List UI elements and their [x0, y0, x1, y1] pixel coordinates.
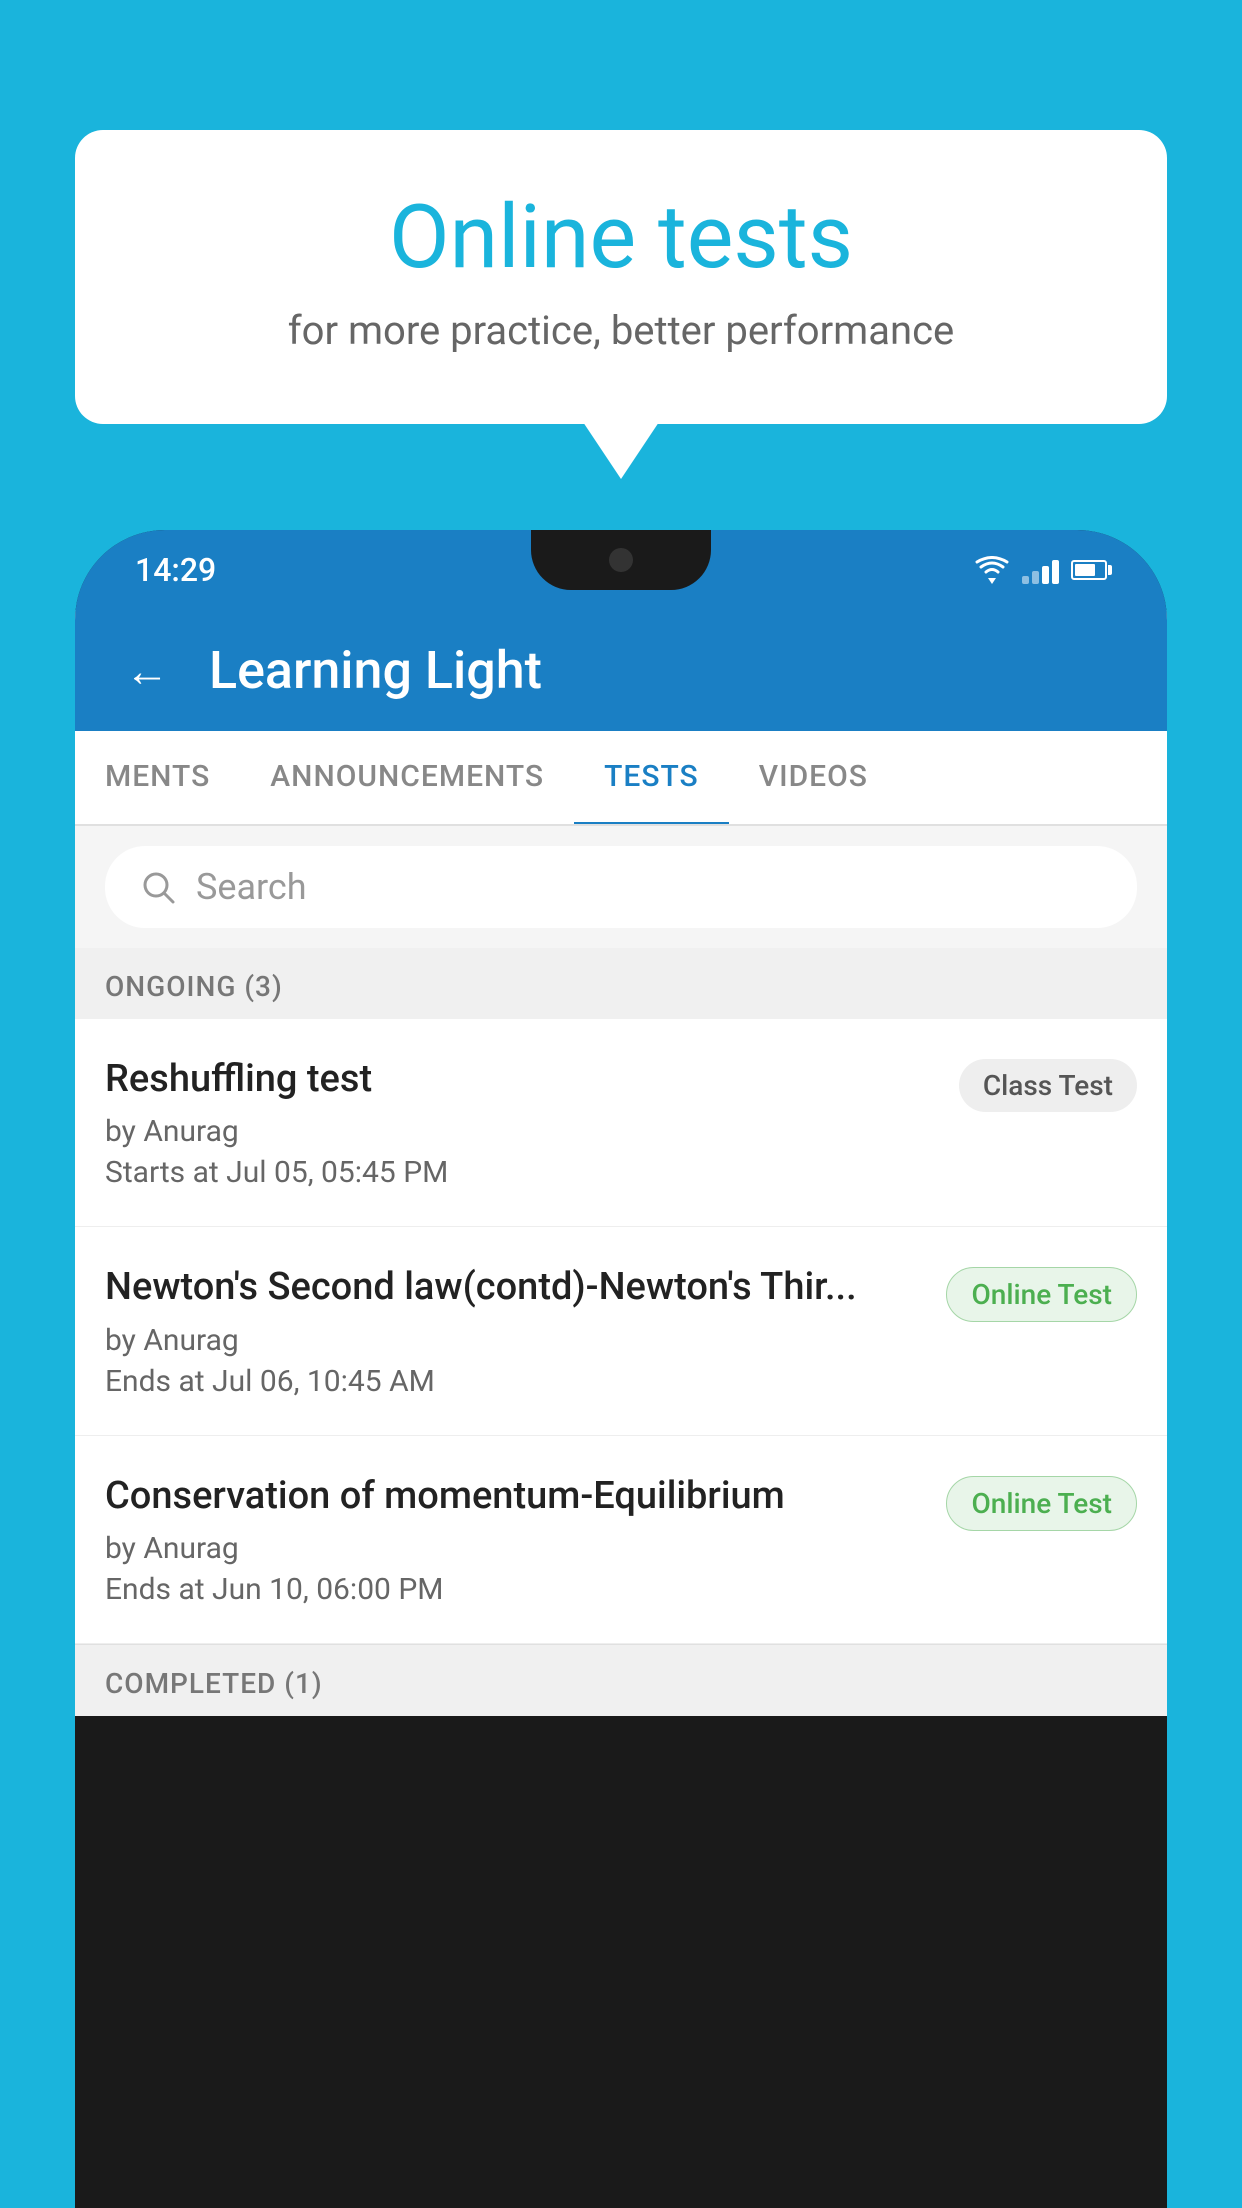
test-title: Reshuffling test	[105, 1055, 939, 1104]
search-container: Search	[75, 826, 1167, 948]
test-title: Newton's Second law(contd)-Newton's Thir…	[105, 1263, 926, 1312]
test-badge-online: Online Test	[946, 1476, 1137, 1531]
test-time: Ends at Jun 10, 06:00 PM	[105, 1572, 926, 1607]
ongoing-label: ONGOING (3)	[105, 970, 283, 1003]
phone-camera	[609, 548, 633, 572]
test-author: by Anurag	[105, 1323, 926, 1358]
test-item[interactable]: Conservation of momentum-Equilibrium by …	[75, 1436, 1167, 1644]
test-item-content: Newton's Second law(contd)-Newton's Thir…	[105, 1263, 926, 1398]
app-title: Learning Light	[209, 640, 542, 701]
tab-bar: MENTS ANNOUNCEMENTS TESTS VIDEOS	[75, 731, 1167, 826]
search-bar[interactable]: Search	[105, 846, 1137, 928]
phone-notch	[531, 530, 711, 590]
test-badge-class: Class Test	[959, 1059, 1137, 1112]
tab-tests[interactable]: TESTS	[574, 731, 729, 826]
app-screen: ← Learning Light MENTS ANNOUNCEMENTS TES…	[75, 610, 1167, 1716]
speech-bubble-title: Online tests	[155, 190, 1087, 287]
signal-bars	[1022, 556, 1059, 584]
test-title: Conservation of momentum-Equilibrium	[105, 1472, 926, 1521]
status-bar: 14:29	[75, 530, 1167, 610]
tab-announcements[interactable]: ANNOUNCEMENTS	[240, 731, 574, 824]
search-icon	[140, 869, 176, 905]
completed-label: COMPLETED (1)	[105, 1667, 323, 1700]
app-header: ← Learning Light	[75, 610, 1167, 731]
wifi-icon	[974, 556, 1010, 584]
test-time: Starts at Jul 05, 05:45 PM	[105, 1155, 939, 1190]
test-author: by Anurag	[105, 1531, 926, 1566]
phone-frame: 14:29	[75, 530, 1167, 2208]
test-author: by Anurag	[105, 1114, 939, 1149]
search-placeholder: Search	[196, 866, 307, 908]
battery-icon	[1071, 560, 1107, 580]
speech-bubble-subtitle: for more practice, better performance	[155, 307, 1087, 354]
test-badge-online: Online Test	[946, 1267, 1137, 1322]
test-item[interactable]: Reshuffling test by Anurag Starts at Jul…	[75, 1019, 1167, 1227]
status-icons	[974, 556, 1107, 584]
test-time: Ends at Jul 06, 10:45 AM	[105, 1364, 926, 1399]
speech-bubble: Online tests for more practice, better p…	[75, 130, 1167, 424]
status-time: 14:29	[135, 551, 216, 589]
test-item[interactable]: Newton's Second law(contd)-Newton's Thir…	[75, 1227, 1167, 1435]
ongoing-section-header: ONGOING (3)	[75, 948, 1167, 1019]
back-button[interactable]: ←	[125, 645, 169, 697]
tab-videos[interactable]: VIDEOS	[729, 731, 898, 824]
test-item-content: Reshuffling test by Anurag Starts at Jul…	[105, 1055, 939, 1190]
tab-ments[interactable]: MENTS	[75, 731, 240, 824]
test-item-content: Conservation of momentum-Equilibrium by …	[105, 1472, 926, 1607]
completed-section-header: COMPLETED (1)	[75, 1644, 1167, 1716]
